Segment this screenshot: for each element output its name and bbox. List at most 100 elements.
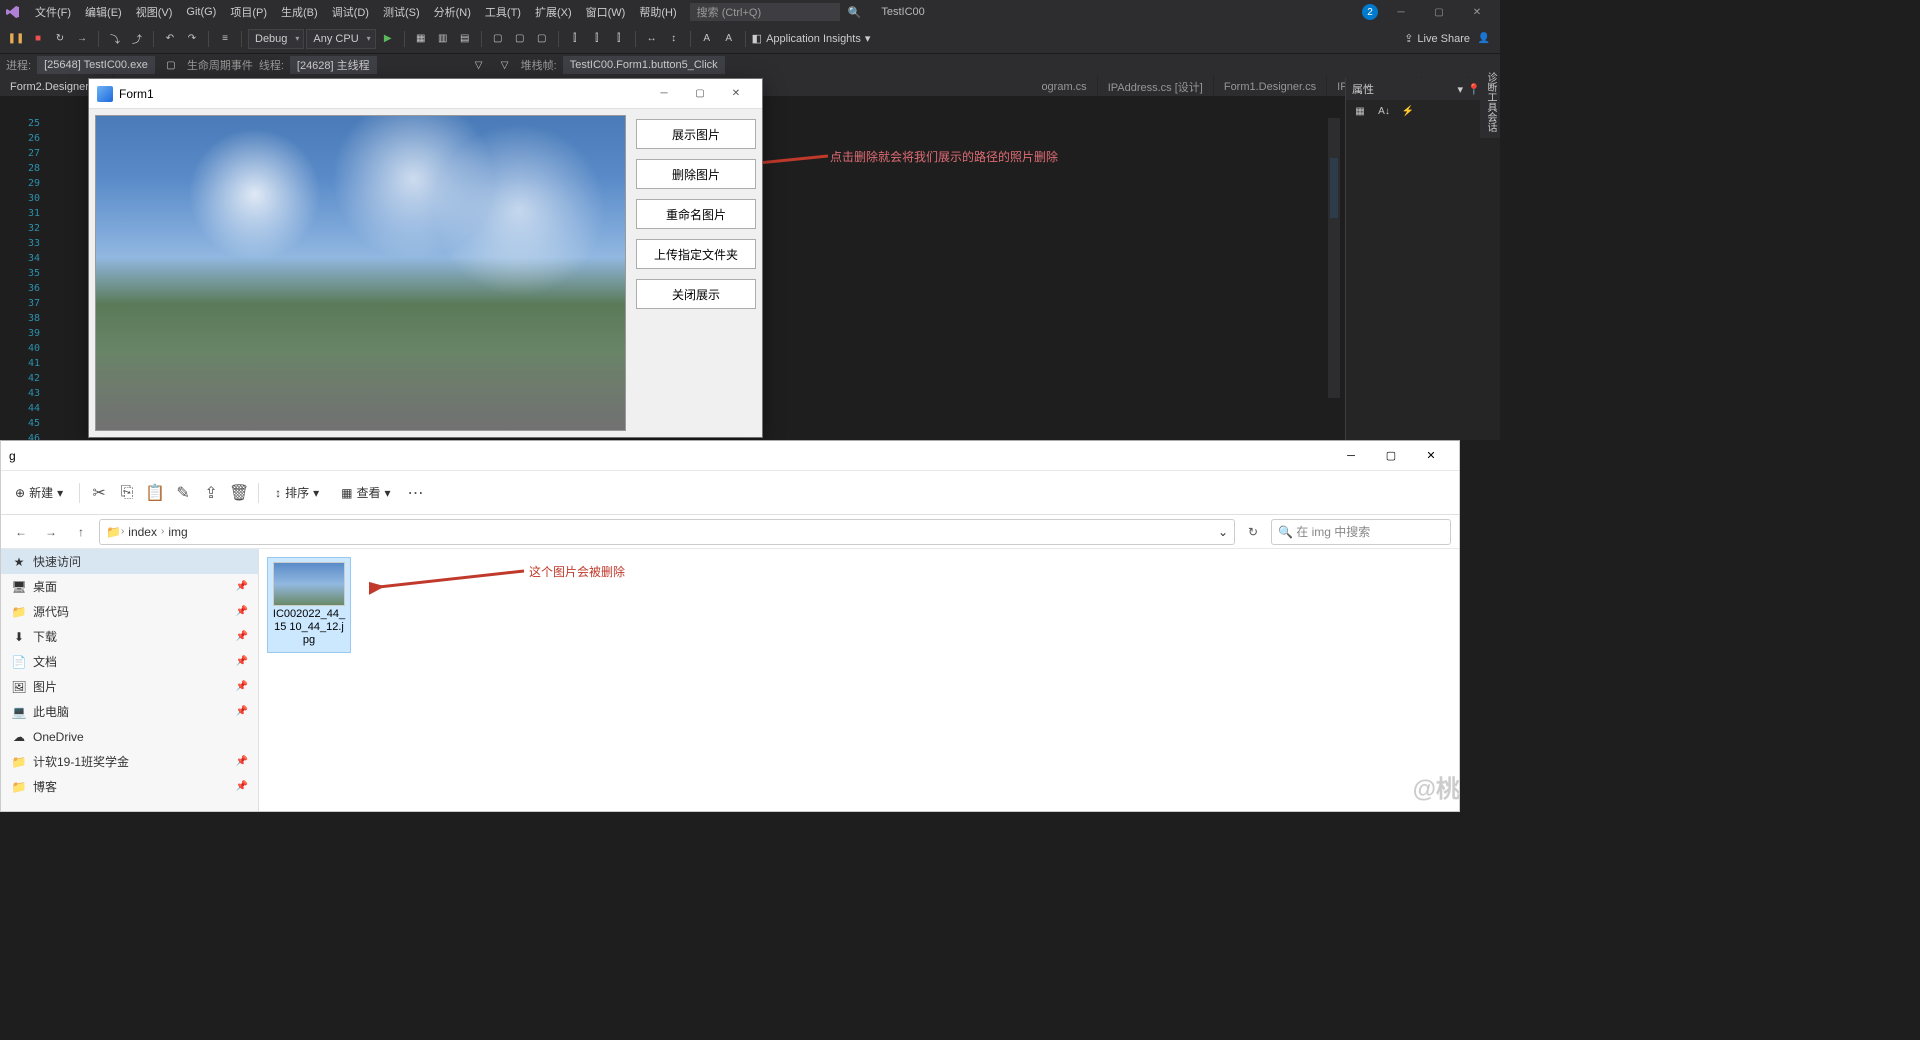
tb-icon-8[interactable]: ⫿ <box>587 29 607 49</box>
menu-debug[interactable]: 调试(D) <box>325 1 376 23</box>
menu-build[interactable]: 生成(B) <box>274 1 325 23</box>
menu-git[interactable]: Git(G) <box>179 3 223 21</box>
tab-ipaddress-design[interactable]: IPAddress.cs [设计] <box>1098 76 1214 98</box>
delete-image-button[interactable]: 删除图片 <box>636 159 756 189</box>
filter-icon[interactable]: ▽ <box>469 55 489 75</box>
app-insights-button[interactable]: ◧ Application Insights ▾ <box>752 32 871 45</box>
view-button[interactable]: ▦ 查看 ▾ <box>335 480 396 505</box>
explorer-close-icon[interactable]: ✕ <box>1411 442 1451 470</box>
explorer-maximize-icon[interactable]: ▢ <box>1371 442 1411 470</box>
copy-icon[interactable]: ⎘ <box>118 484 136 502</box>
cut-icon[interactable]: ✂ <box>90 484 108 502</box>
paste-icon[interactable]: 📋 <box>146 484 164 502</box>
tb-icon-13[interactable]: A <box>719 29 739 49</box>
tb-icon-7[interactable]: ⫿ <box>565 29 585 49</box>
tb-icon-6[interactable]: ▢ <box>532 29 552 49</box>
step-into-icon[interactable]: → <box>72 29 92 49</box>
thread-dropdown[interactable]: [24628] 主线程 <box>290 56 377 74</box>
new-button[interactable]: ⊕ 新建 ▾ <box>9 480 69 505</box>
sidebar-item-3[interactable]: ⬇下载📌 <box>1 624 258 649</box>
notifications-badge[interactable]: 2 <box>1362 4 1378 20</box>
back-icon[interactable]: ← <box>9 520 33 544</box>
tab-form1-designer[interactable]: Form1.Designer.cs <box>1214 76 1327 98</box>
start-icon[interactable]: ▶ <box>378 29 398 49</box>
maximize-icon[interactable]: ▢ <box>1424 2 1454 22</box>
refresh-icon[interactable]: ↻ <box>1241 520 1265 544</box>
process-dropdown[interactable]: [25648] TestIC00.exe <box>37 56 155 74</box>
tb-icon-5[interactable]: ▢ <box>510 29 530 49</box>
user-icon[interactable]: 👤 <box>1474 29 1494 49</box>
sidebar-item-0[interactable]: ★快速访问 <box>1 549 258 574</box>
sidebar-item-6[interactable]: 💻此电脑📌 <box>1 699 258 724</box>
menu-project[interactable]: 项目(P) <box>223 1 274 23</box>
lifecycle-icon[interactable]: ▢ <box>161 55 181 75</box>
stop-icon[interactable]: ■ <box>28 29 48 49</box>
rename-image-button[interactable]: 重命名图片 <box>636 199 756 229</box>
menu-window[interactable]: 窗口(W) <box>579 1 633 23</box>
pause-icon[interactable]: ❚❚ <box>6 29 26 49</box>
up-icon[interactable]: ↑ <box>69 520 93 544</box>
upload-folder-button[interactable]: 上传指定文件夹 <box>636 239 756 269</box>
events-icon[interactable]: ⚡ <box>1398 101 1418 121</box>
close-icon[interactable]: ✕ <box>1462 2 1492 22</box>
restart-icon[interactable]: ↻ <box>50 29 70 49</box>
file-item[interactable]: IC002022_44_15 10_44_12.jpg <box>267 557 351 653</box>
menu-extensions[interactable]: 扩展(X) <box>528 1 579 23</box>
menu-edit[interactable]: 编辑(E) <box>78 1 129 23</box>
menu-tools[interactable]: 工具(T) <box>478 1 528 23</box>
minimap[interactable] <box>1328 118 1340 398</box>
redo-icon[interactable]: ↷ <box>182 29 202 49</box>
share-icon[interactable]: ⇪ <box>202 484 220 502</box>
undo-icon[interactable]: ↶ <box>160 29 180 49</box>
tb-icon-10[interactable]: ↔ <box>642 29 662 49</box>
search-input[interactable]: 搜索 (Ctrl+Q) <box>690 3 840 21</box>
comment-icon[interactable]: ≡ <box>215 29 235 49</box>
menu-file[interactable]: 文件(F) <box>28 1 78 23</box>
form-minimize-icon[interactable]: ─ <box>646 82 682 106</box>
step-over-icon[interactable]: ⤵ <box>105 29 125 49</box>
path-seg-index[interactable]: index <box>124 525 161 539</box>
sidebar-item-1[interactable]: 🖥桌面📌 <box>1 574 258 599</box>
form1-titlebar[interactable]: Form1 ─ ▢ ✕ <box>89 79 762 109</box>
categorize-icon[interactable]: ▦ <box>1350 101 1370 121</box>
form-maximize-icon[interactable]: ▢ <box>682 82 718 106</box>
path-input[interactable]: 📁 › index › img ⌄ <box>99 519 1235 545</box>
forward-icon[interactable]: → <box>39 520 63 544</box>
sidebar-item-8[interactable]: 📁计软19-1班奖学金📌 <box>1 749 258 774</box>
menu-view[interactable]: 视图(V) <box>129 1 180 23</box>
sidebar-item-9[interactable]: 📁博客📌 <box>1 774 258 799</box>
sidebar-item-5[interactable]: 🖼图片📌 <box>1 674 258 699</box>
menu-help[interactable]: 帮助(H) <box>632 1 683 23</box>
path-chevron-icon[interactable]: ⌄ <box>1218 525 1228 539</box>
filter2-icon[interactable]: ▽ <box>495 55 515 75</box>
tb-icon-9[interactable]: ⫿ <box>609 29 629 49</box>
menu-test[interactable]: 测试(S) <box>376 1 427 23</box>
diagnostics-tab[interactable]: 诊断工具会话 <box>1480 66 1500 138</box>
close-display-button[interactable]: 关闭展示 <box>636 279 756 309</box>
explorer-minimize-icon[interactable]: ─ <box>1331 442 1371 470</box>
tb-icon-1[interactable]: ▦ <box>411 29 431 49</box>
tb-icon-11[interactable]: ↕ <box>664 29 684 49</box>
platform-dropdown[interactable]: Any CPU <box>306 29 375 49</box>
rename-icon[interactable]: ✎ <box>174 484 192 502</box>
tb-icon-3[interactable]: ▤ <box>455 29 475 49</box>
alphabetical-icon[interactable]: A↓ <box>1374 101 1394 121</box>
tab-program[interactable]: ogram.cs <box>1031 76 1097 98</box>
more-icon[interactable]: ⋯ <box>407 484 425 502</box>
path-seg-img[interactable]: img <box>164 525 191 539</box>
live-share-button[interactable]: ⇪ Live Share <box>1404 32 1470 45</box>
show-image-button[interactable]: 展示图片 <box>636 119 756 149</box>
sidebar-item-2[interactable]: 📁源代码📌 <box>1 599 258 624</box>
minimize-icon[interactable]: ─ <box>1386 2 1416 22</box>
explorer-search-input[interactable]: 🔍 在 img 中搜索 <box>1271 519 1451 545</box>
chevron-down-icon[interactable]: ▾ <box>1458 83 1464 96</box>
step-out-icon[interactable]: ⤴ <box>127 29 147 49</box>
tb-icon-2[interactable]: ▥ <box>433 29 453 49</box>
form-close-icon[interactable]: ✕ <box>718 82 754 106</box>
menu-analyze[interactable]: 分析(N) <box>427 1 478 23</box>
sort-button[interactable]: ↕ 排序 ▾ <box>269 480 325 505</box>
sidebar-item-4[interactable]: 📄文档📌 <box>1 649 258 674</box>
tb-icon-4[interactable]: ▢ <box>488 29 508 49</box>
delete-icon[interactable]: 🗑 <box>230 484 248 502</box>
stack-dropdown[interactable]: TestIC00.Form1.button5_Click <box>563 56 725 74</box>
